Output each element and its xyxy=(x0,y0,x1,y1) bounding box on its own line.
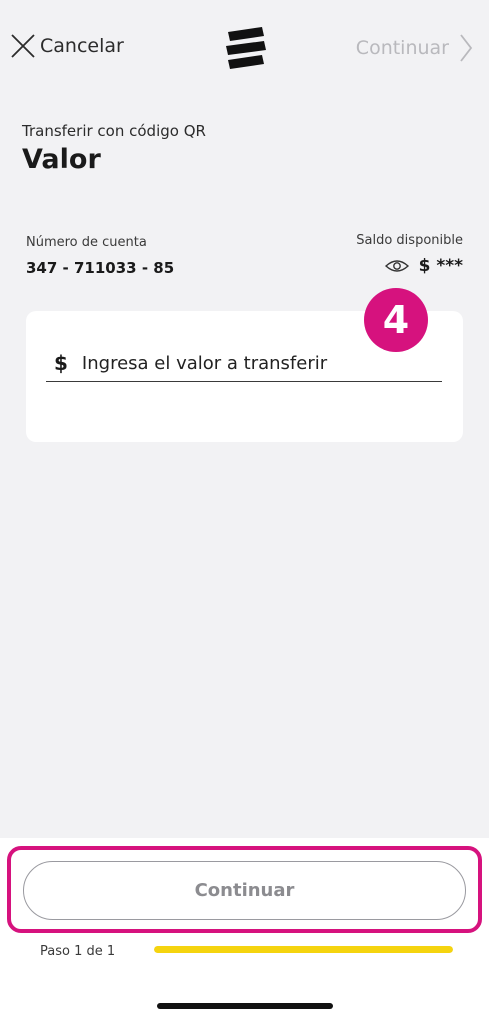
page-subtitle: Transferir con código QR xyxy=(22,122,206,140)
close-icon xyxy=(11,34,35,58)
cancel-label: Cancelar xyxy=(40,35,124,57)
balance-label: Saldo disponible xyxy=(356,233,463,248)
cancel-button[interactable]: Cancelar xyxy=(10,33,124,59)
highlight-frame xyxy=(7,846,482,933)
amount-input[interactable] xyxy=(81,352,442,374)
step-badge: 4 xyxy=(364,288,428,352)
page-title: Valor xyxy=(22,144,101,175)
amount-field[interactable]: $ xyxy=(46,345,442,382)
chevron-right-icon xyxy=(460,34,473,62)
home-indicator xyxy=(157,1003,333,1009)
progress-bar-fill xyxy=(154,946,453,953)
balance-value: $ *** xyxy=(418,256,463,276)
currency-symbol: $ xyxy=(54,351,68,375)
progress-bar xyxy=(154,946,453,953)
account-number-value: 347 - 711033 - 85 xyxy=(26,259,175,277)
continue-top-label: Continuar xyxy=(355,37,449,59)
eye-icon[interactable] xyxy=(384,258,409,274)
bank-logo-icon xyxy=(226,27,266,69)
account-number-label: Número de cuenta xyxy=(26,235,147,250)
continue-top-button[interactable]: Continuar xyxy=(356,33,473,63)
step-indicator-text: Paso 1 de 1 xyxy=(40,944,116,959)
balance-row: $ *** xyxy=(384,256,463,276)
